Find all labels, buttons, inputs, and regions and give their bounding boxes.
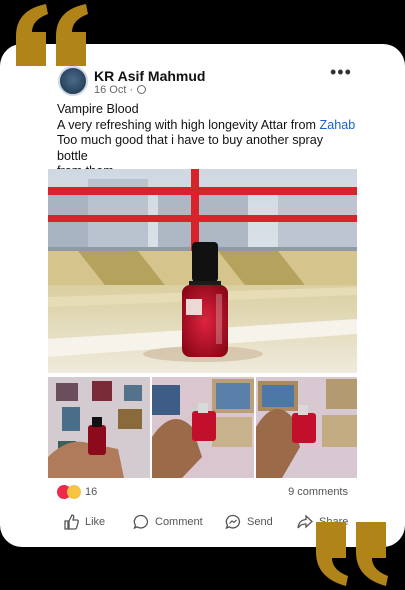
comment-bubble-icon [133, 514, 149, 530]
care-reaction-icon[interactable] [67, 485, 81, 499]
open-quote-icon [12, 2, 92, 66]
like-button[interactable]: Like [63, 514, 105, 530]
main-photo[interactable] [48, 169, 357, 373]
comment-label: Comment [155, 516, 203, 528]
comment-button[interactable]: Comment [133, 514, 203, 530]
post-text: Vampire Blood A very refreshing with hig… [57, 102, 357, 180]
thumbnail-photo[interactable] [48, 377, 150, 478]
post-text-line: A very refreshing with high longevity At… [57, 118, 357, 134]
thumbs-up-icon [64, 514, 79, 530]
photo-thumbnails [48, 377, 357, 478]
avatar[interactable] [58, 66, 88, 96]
thumbnail-photo[interactable] [152, 377, 254, 478]
globe-icon [137, 85, 147, 94]
author-name[interactable]: KR Asif Mahmud [94, 68, 205, 84]
post-text-line: Vampire Blood [57, 102, 139, 116]
close-quote-icon [312, 522, 392, 588]
messenger-icon [225, 514, 241, 530]
share-arrow-icon [297, 514, 313, 529]
thumbnail-photo[interactable] [256, 377, 357, 478]
post-meta: 16 Oct · [94, 84, 147, 96]
meta-separator: · [129, 84, 134, 96]
mention-link[interactable]: Zahab [320, 118, 356, 132]
more-options-button[interactable]: ••• [330, 62, 352, 83]
post-text-line: Too much good that i have to buy another… [57, 133, 324, 163]
comment-count[interactable]: 9 comments [288, 486, 348, 498]
send-button[interactable]: Send [225, 514, 273, 530]
reaction-count[interactable]: 16 [85, 486, 97, 498]
post-text-fragment: A very refreshing with high longevity At… [57, 117, 320, 132]
send-label: Send [247, 516, 273, 528]
reactions-bar: 16 9 comments [57, 485, 351, 501]
post-date[interactable]: 16 Oct [94, 84, 126, 96]
like-label: Like [85, 516, 106, 528]
social-post-card: KR Asif Mahmud 16 Oct · ••• Vampire Bloo… [0, 44, 405, 547]
